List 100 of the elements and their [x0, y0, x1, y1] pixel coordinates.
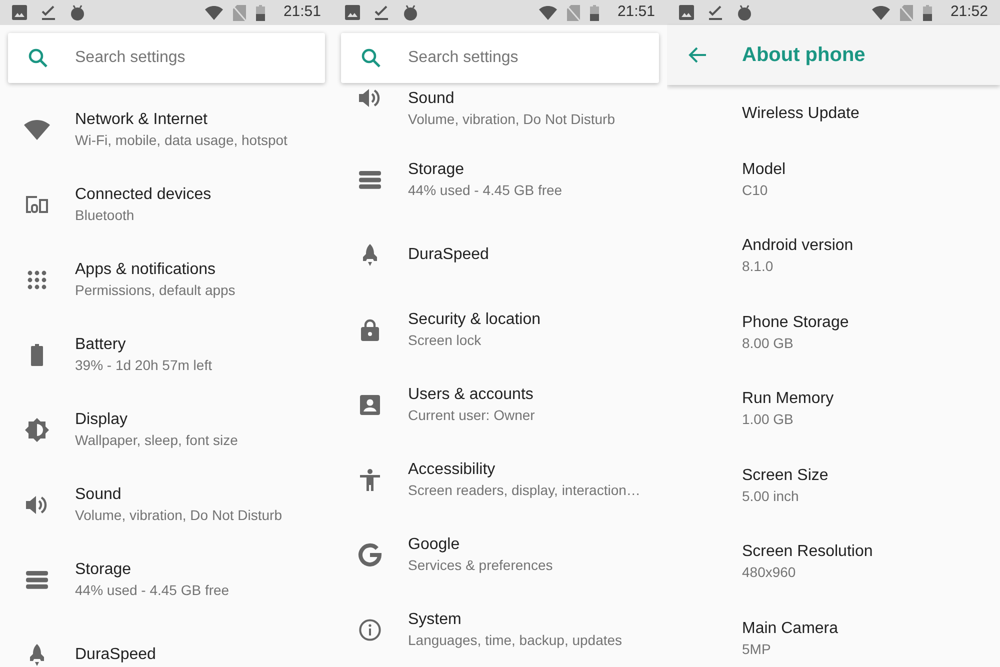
item-title: Accessibility [408, 460, 496, 480]
about-item[interactable]: Phone Storage 8.00 GB [667, 294, 1000, 370]
checkmark-icon [374, 5, 389, 20]
about-item[interactable]: Screen Resolution 480x960 [667, 524, 1000, 600]
speaker-icon [359, 88, 381, 108]
settings-item[interactable]: DuraSpeed [0, 617, 333, 667]
about-item[interactable]: Android version 8.1.0 [667, 218, 1000, 294]
item-title: Users & accounts [408, 385, 534, 405]
rocket-icon [30, 644, 44, 666]
item-title: Screen Size [742, 466, 830, 486]
about-item[interactable]: Model C10 [667, 141, 1000, 218]
item-title: Android version [742, 236, 854, 256]
battery-status-icon [923, 4, 932, 20]
checkmark-icon [41, 5, 56, 20]
g-logo-icon [358, 542, 382, 566]
about-item[interactable]: Run Memory 1.00 GB [667, 370, 1000, 447]
item-title: System [408, 610, 462, 630]
item-title: Connected devices [75, 185, 212, 205]
item-subtitle: Services & preferences [408, 556, 553, 575]
item-subtitle: Screen readers, display, interaction… [408, 481, 640, 500]
about-item[interactable]: Wireless Update [667, 85, 1000, 141]
bug-icon [737, 4, 752, 20]
item-subtitle: 44% used - 4.45 GB free [75, 581, 230, 600]
item-subtitle: 39% - 1d 20h 57m left [75, 356, 212, 375]
bug-icon [70, 4, 85, 20]
about-item[interactable]: Main Camera 5MP [667, 600, 1000, 667]
item-title: DuraSpeed [75, 645, 156, 665]
item-title: Screen Resolution [742, 542, 874, 562]
battery-status-icon [256, 4, 266, 20]
item-title: Network & Internet [75, 110, 208, 130]
no-sim-icon [233, 4, 246, 20]
info-icon [359, 618, 381, 640]
settings-item[interactable]: Apps & notifications Permissions, default apps [0, 242, 333, 317]
item-subtitle: 44% used - 4.45 GB free [408, 181, 562, 200]
image-icon [679, 5, 694, 20]
settings-item[interactable]: Storage 44% used - 4.45 GB free [0, 542, 333, 617]
account-box-icon [360, 394, 380, 414]
brightness-icon [25, 418, 49, 442]
settings-item[interactable]: DuraSpeed [333, 217, 667, 292]
settings-item[interactable]: Google Services & preferences [333, 517, 667, 592]
item-subtitle: Volume, vibration, Do Not Disturb [75, 506, 282, 525]
item-value: C10 [742, 180, 769, 200]
item-title: Main Camera [742, 618, 840, 639]
item-subtitle: Wi-Fi, mobile, data usage, hotspot [75, 131, 288, 150]
devices-icon [24, 194, 50, 214]
item-title: Storage [408, 160, 466, 180]
accessibility-icon [360, 468, 380, 490]
settings-item[interactable]: Sound Volume, vibration, Do Not Disturb [333, 83, 667, 142]
lock-icon [361, 318, 379, 340]
wifi-signal-icon [539, 6, 558, 20]
item-title: Run Memory [742, 389, 835, 410]
item-title: Apps & notifications [75, 260, 217, 280]
item-value: 8.1.0 [742, 257, 774, 276]
settings-item[interactable]: Battery 39% - 1d 20h 57m left [0, 317, 333, 392]
settings-item[interactable]: Connected devices Bluetooth [0, 167, 333, 242]
settings-item[interactable]: System Languages, time, backup, updates [333, 592, 667, 667]
battery-icon [31, 344, 43, 366]
about-item[interactable]: Screen Size 5.00 inch [667, 447, 1000, 524]
settings-item[interactable]: Users & accounts Current user: Owner [333, 367, 667, 442]
storage-icon [359, 170, 381, 188]
item-value: 8.00 GB [742, 334, 794, 353]
bug-icon [403, 4, 418, 20]
image-icon [12, 5, 27, 20]
clock-time: 21:51 [283, 2, 321, 22]
item-subtitle: Languages, time, backup, updates [408, 631, 622, 650]
settings-item[interactable]: Storage 44% used - 4.45 GB free [333, 142, 667, 217]
item-title: Display [75, 410, 128, 430]
item-value: 5MP [742, 640, 772, 659]
item-value: 1.00 GB [742, 410, 794, 430]
item-title: Wireless Update [742, 104, 860, 124]
battery-status-icon [590, 4, 600, 20]
settings-item[interactable]: Network & Internet Wi-Fi, mobile, data usage, hotspot [0, 92, 333, 167]
clock-time: 21:52 [950, 2, 988, 22]
item-subtitle: Current user: Owner [408, 406, 535, 425]
item-title: Battery [75, 335, 127, 355]
search-field[interactable]: Search settings [341, 33, 659, 83]
item-title: Storage [75, 560, 132, 580]
settings-item[interactable]: Security & location Screen lock [333, 292, 667, 367]
settings-item[interactable]: Sound Volume, vibration, Do Not Disturb [0, 467, 333, 542]
storage-icon [26, 570, 48, 588]
screen-title: About phone [742, 43, 866, 68]
wifi-icon [24, 120, 50, 140]
item-title: Sound [408, 89, 456, 109]
search-icon [28, 48, 48, 68]
item-value: 5.00 inch [742, 486, 800, 506]
item-title: Security & location [408, 310, 541, 330]
back-arrow-icon [688, 47, 706, 63]
item-title: Phone Storage [742, 312, 850, 333]
image-icon [345, 5, 360, 20]
wifi-signal-icon [205, 6, 224, 20]
no-sim-icon [567, 4, 580, 20]
settings-item[interactable]: Accessibility Screen readers, display, interaction… [333, 442, 667, 517]
item-subtitle: Screen lock [408, 331, 482, 350]
apps-icon [27, 270, 47, 290]
item-title: Model [742, 160, 787, 180]
search-field[interactable]: Search settings [8, 33, 325, 83]
settings-item[interactable]: Display Wallpaper, sleep, font size [0, 392, 333, 467]
checkmark-icon [708, 5, 723, 20]
item-subtitle: Bluetooth [75, 206, 136, 225]
no-sim-icon [900, 4, 914, 20]
